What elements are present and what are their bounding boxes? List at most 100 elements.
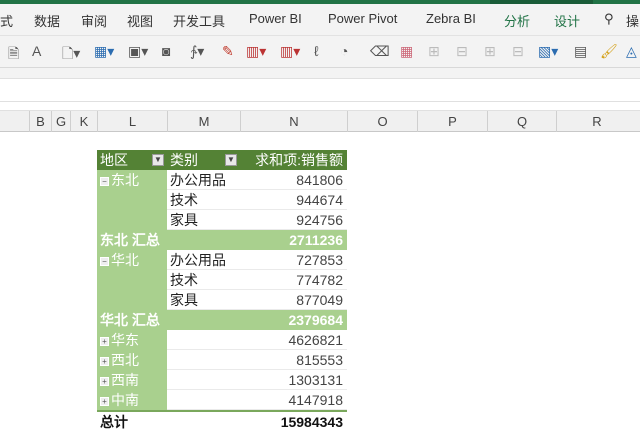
value-cell[interactable]: 877049	[240, 290, 347, 310]
font-icon[interactable]: A	[32, 43, 41, 59]
region-cell[interactable]: + 西北	[97, 350, 167, 370]
columns-icon[interactable]: ▥▾	[246, 43, 266, 60]
column-header[interactable]: B	[29, 111, 51, 132]
fill-icon[interactable]: ◬	[626, 43, 637, 60]
tab-design[interactable]: 设计	[554, 11, 580, 30]
category-cell[interactable]: 办公用品	[167, 170, 240, 190]
tab-formulas[interactable]: 式	[0, 11, 13, 30]
table-row: 技术 944674	[97, 190, 347, 210]
region-cell[interactable]: + 西南	[97, 370, 167, 390]
filter-dropdown-icon[interactable]: ▼	[152, 154, 164, 166]
page-icon[interactable]: 🗋▾	[62, 43, 80, 67]
collapsed-region-row: + 西北 815553	[97, 350, 347, 370]
tab-review[interactable]: 审阅	[81, 11, 107, 30]
table-row: 办公用品 727853	[97, 250, 347, 270]
camera-icon[interactable]: ◙	[162, 43, 170, 59]
value-cell[interactable]: 727853	[240, 250, 347, 270]
column-header[interactable]: Q	[487, 111, 556, 132]
list-icon[interactable]: ▤	[574, 43, 587, 60]
expand-icon[interactable]: +	[100, 356, 109, 366]
format-table-icon[interactable]: ▧▾	[538, 43, 558, 60]
expand-icon[interactable]: +	[100, 396, 109, 406]
value-cell[interactable]: 944674	[240, 190, 347, 210]
pivot-header-row: 地区 ▼ 类别 ▼ 求和项:销售额	[97, 150, 347, 170]
grand-total-value[interactable]: 15984343	[240, 412, 347, 432]
category-cell[interactable]: 技术	[167, 270, 240, 290]
empty-cell	[167, 390, 240, 410]
column-header[interactable]: O	[347, 111, 417, 132]
region-label: 华东	[111, 332, 139, 348]
subtotal-row: 华北 汇总 2379684	[97, 310, 347, 330]
value-cell[interactable]: 1303131	[240, 370, 347, 390]
tab-developer[interactable]: 开发工具	[173, 11, 225, 30]
merge-icon: ⊞	[428, 43, 440, 59]
table-row: 办公用品 841806	[97, 170, 347, 190]
columns2-icon[interactable]: ▥▾	[280, 43, 300, 60]
expand-icon[interactable]: +	[100, 336, 109, 346]
expand-icon[interactable]: +	[100, 376, 109, 386]
tab-view[interactable]: 视图	[127, 11, 153, 30]
value-cell[interactable]: 4626821	[240, 330, 347, 350]
column-header[interactable]: G	[51, 111, 70, 132]
region-cell[interactable]: + 中南	[97, 390, 167, 410]
eraser-icon[interactable]: ⌫	[370, 43, 390, 60]
subtotal-value[interactable]: 2379684	[240, 310, 347, 330]
grand-total-row: 总计 15984343	[97, 410, 347, 430]
region-label: 西南	[111, 372, 139, 388]
tab-analyze[interactable]: 分析	[504, 11, 530, 30]
empty-cell	[167, 370, 240, 390]
brush-icon[interactable]: 🖌	[600, 43, 618, 60]
image-icon[interactable]: ▣▾	[128, 43, 148, 60]
tab-data[interactable]: 数据	[34, 11, 60, 30]
category-cell[interactable]: 家具	[167, 210, 240, 230]
region-label: 中南	[111, 392, 139, 408]
lasso-icon[interactable]: ℓ	[314, 43, 319, 59]
search-icon[interactable]: ⚲	[604, 11, 614, 27]
tab-zebra-bi[interactable]: Zebra BI	[426, 11, 476, 26]
delete-icon: ⊟	[512, 43, 524, 59]
region-cell[interactable]: + 华东	[97, 330, 167, 350]
region-header-label: 地区	[100, 152, 128, 168]
category-cell[interactable]: 技术	[167, 190, 240, 210]
subtotal-label[interactable]: 东北 汇总	[97, 230, 240, 250]
pen-icon[interactable]: ✎	[222, 43, 234, 60]
value-header[interactable]: 求和项:销售额	[240, 150, 347, 170]
category-cell[interactable]: 办公用品	[167, 250, 240, 270]
collapsed-region-row: + 中南 4147918	[97, 390, 347, 410]
shape-icon[interactable]: ◔	[340, 43, 348, 59]
column-header[interactable]: P	[417, 111, 487, 132]
document-icon[interactable]: 🗎	[8, 43, 19, 67]
column-header[interactable]: R	[556, 111, 637, 132]
grand-total-label[interactable]: 总计	[97, 412, 167, 432]
grid-icon[interactable]: ▦	[400, 43, 413, 60]
filter-dropdown-icon[interactable]: ▼	[225, 154, 237, 166]
value-cell[interactable]: 924756	[240, 210, 347, 230]
table-row: 技术 774782	[97, 270, 347, 290]
tab-power-bi[interactable]: Power BI	[249, 11, 302, 26]
column-header[interactable]: N	[240, 111, 347, 132]
column-header[interactable]: M	[167, 111, 240, 132]
search-label[interactable]: 操	[626, 11, 639, 30]
column-header[interactable]: L	[97, 111, 167, 132]
formula-bar[interactable]	[0, 78, 640, 102]
empty-cell	[167, 330, 240, 350]
formula-icon[interactable]: ∱▾	[190, 43, 204, 60]
value-cell[interactable]: 815553	[240, 350, 347, 370]
subtotal-value[interactable]: 2711236	[240, 230, 347, 250]
collapsed-region-row: + 华东 4626821	[97, 330, 347, 350]
category-cell[interactable]: 家具	[167, 290, 240, 310]
column-headers: B G K L M N O P Q R	[0, 110, 640, 132]
region-header[interactable]: 地区 ▼	[97, 150, 167, 170]
subtotal-label[interactable]: 华北 汇总	[97, 310, 240, 330]
category-header[interactable]: 类别 ▼	[167, 150, 240, 170]
tab-power-pivot[interactable]: Power Pivot	[328, 11, 397, 26]
table-icon[interactable]: ▦▾	[94, 43, 114, 60]
ribbon-toolbar: 🗎 A 🗋▾ ▦▾ ▣▾ ◙ ∱▾ ✎ ▥▾ ▥▾ ℓ ◔ ⌫ ▦ ⊞ ⊟ ⊞ …	[0, 35, 640, 68]
empty-cell	[167, 350, 240, 370]
value-cell[interactable]: 774782	[240, 270, 347, 290]
value-cell[interactable]: 4147918	[240, 390, 347, 410]
column-header[interactable]: K	[70, 111, 97, 132]
value-cell[interactable]: 841806	[240, 170, 347, 190]
unmerge-icon: ⊞	[484, 43, 496, 59]
subtotal-row: 东北 汇总 2711236	[97, 230, 347, 250]
